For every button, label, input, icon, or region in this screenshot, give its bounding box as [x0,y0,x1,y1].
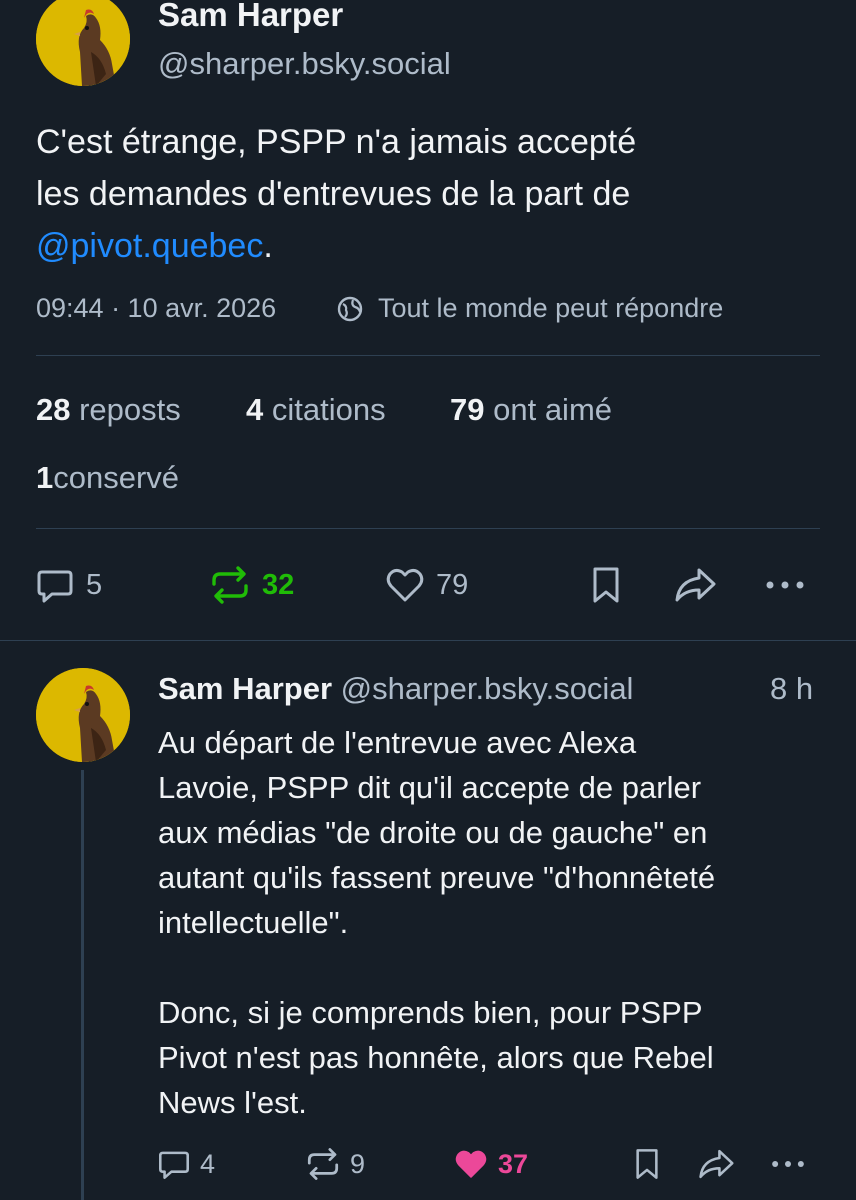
reposts-stat[interactable]: 28 reposts [36,392,181,428]
likes-count: 79 [450,392,485,427]
mention-link[interactable]: @pivot.quebec [36,227,263,265]
quotes-count: 4 [246,392,264,427]
reply-repost-button[interactable]: 9 [304,1146,365,1182]
repost-count: 32 [262,568,295,601]
reply-bookmark-button[interactable] [630,1146,664,1182]
author-avatar[interactable] [36,0,130,86]
reply-reply-count: 4 [200,1148,216,1179]
reply-text-line [158,945,838,990]
quotes-stat[interactable]: 4 citations [246,392,386,428]
reply-icon [37,570,73,603]
reply-repost-count: 9 [350,1148,366,1179]
repost-icon [307,1148,339,1180]
reply-text-line: Pivot n'est pas honnête, alors que Rebel [158,1040,714,1075]
reply-reply-button[interactable]: 4 [156,1146,215,1182]
share-icon [675,568,716,602]
post-text-line: @pivot.quebec. [36,220,826,272]
post-timestamp: 09:44 · 10 avr. 2026 [36,293,277,323]
reply-text: Au départ de l'entrevue avec Alexa Lavoi… [158,720,838,1125]
share-button[interactable] [672,564,718,606]
reply-count: 5 [86,568,103,601]
reply-text-line: aux médias "de droite ou de gauche" en [158,815,708,850]
more-icon [766,581,804,589]
reposts-label: reposts [79,392,181,427]
globe-icon [336,295,364,323]
reply-like-button[interactable]: 37 [452,1146,528,1182]
reply-text-line: Lavoie, PSPP dit qu'il accepte de parler [158,770,702,805]
divider [0,640,856,641]
repost-button[interactable]: 32 [208,564,294,606]
bookmark-icon [636,1149,658,1179]
quotes-label: citations [271,392,386,427]
thread-line [81,770,84,1200]
saves-stat: 1conservé [36,460,179,496]
repost-icon [212,566,248,604]
bookmark-button[interactable] [586,564,626,606]
reply-text-line: News l'est. [158,1085,307,1120]
reply-text-line: intellectuelle". [158,905,349,940]
more-button[interactable] [762,564,808,606]
reply-like-count: 37 [498,1148,529,1179]
divider [36,355,820,356]
reply-more-button[interactable] [768,1146,808,1182]
saves-label: conservé [53,460,180,495]
reply-text-line: Au départ de l'entrevue avec Alexa [158,725,637,760]
mention-suffix: . [263,227,273,265]
reply-share-button[interactable] [696,1146,736,1182]
more-icon [772,1161,804,1167]
heart-icon [386,568,424,602]
bookmark-icon [593,567,619,603]
reply-text-line: autant qu'ils fassent preuve "d'honnêtet… [158,860,716,895]
like-count: 79 [436,568,469,601]
author-name[interactable]: Sam Harper [158,0,343,34]
reply-author-avatar[interactable] [36,668,130,762]
reply-author-name[interactable]: Sam Harper [158,671,332,706]
reposts-count: 28 [36,392,71,427]
reply-button[interactable]: 5 [34,564,102,606]
share-icon [699,1149,734,1179]
reply-icon [159,1151,189,1179]
heart-filled-icon [455,1150,487,1178]
reply-text-line: Donc, si je comprends bien, pour PSPP [158,995,703,1030]
post-text: C'est étrange, PSPP n'a jamais accepté l… [36,116,826,272]
author-handle[interactable]: @sharper.bsky.social [158,46,451,82]
reply-header: Sam Harper @sharper.bsky.social [158,671,633,707]
likes-stat[interactable]: 79 ont aimé [450,392,612,428]
post-text-line: C'est étrange, PSPP n'a jamais accepté [36,123,637,161]
reply-setting[interactable]: Tout le monde peut répondre [378,293,723,324]
divider [36,528,820,529]
post-text-line: les demandes d'entrevues de la part de [36,175,631,213]
likes-label: ont aimé [493,392,613,427]
reply-time[interactable]: 8 h [770,671,813,707]
reply-author-handle[interactable]: @sharper.bsky.social [341,671,634,706]
saves-count: 1 [36,460,54,495]
like-button[interactable]: 79 [384,564,468,606]
